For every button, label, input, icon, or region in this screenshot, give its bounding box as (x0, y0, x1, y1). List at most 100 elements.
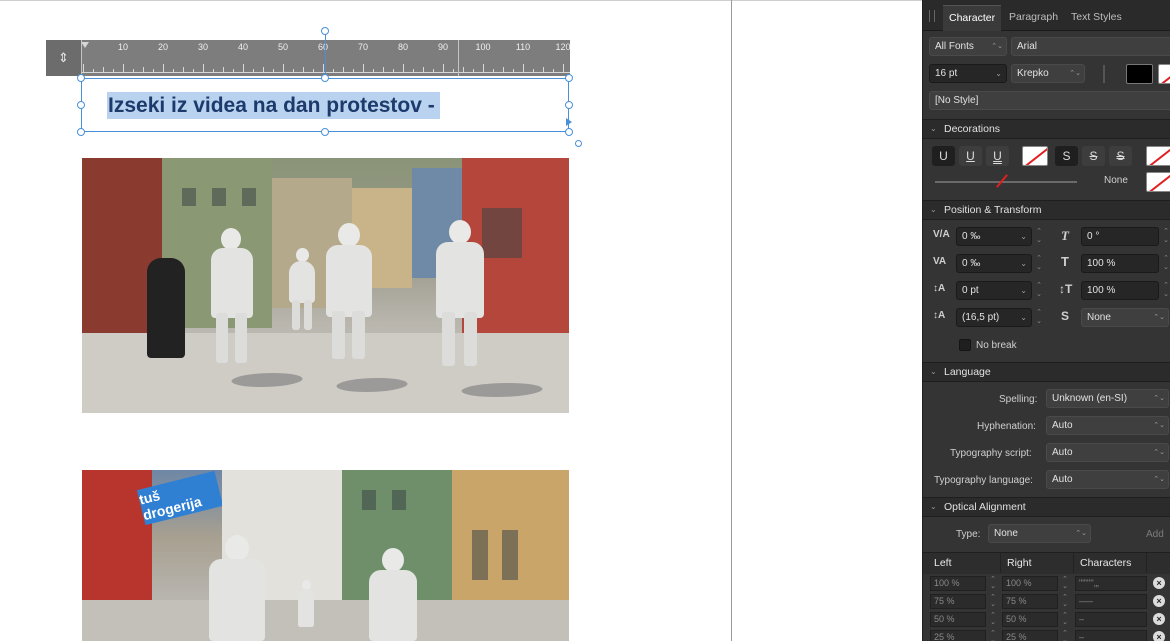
superscript-select[interactable]: None ⌃⌄ (1081, 308, 1169, 327)
font-weight-select[interactable]: Krepko ⌃⌄ (1011, 64, 1085, 83)
text-stroke-color-swatch[interactable] (1158, 64, 1170, 84)
strike-color-swatch[interactable] (1146, 146, 1170, 166)
tab-text-styles[interactable]: Text Styles (1065, 5, 1128, 31)
selected-text[interactable]: Izseki iz videa na dan protestov - (107, 92, 440, 119)
ruler-tick (103, 67, 104, 73)
baseline-stepper-icon[interactable]: ⌃ ⌄ (1034, 281, 1044, 300)
document-canvas[interactable]: ⇕ 10 20 30 40 50 60 70 80 90 100 110 120 Izseki iz … (0, 0, 922, 641)
stepper-icon[interactable]: ⌃ ⌄ (1060, 594, 1070, 609)
stepper-icon[interactable]: ⌃ ⌄ (1060, 612, 1070, 627)
optical-left-cell[interactable]: 75 % (930, 594, 986, 609)
ruler-tick (243, 64, 244, 73)
optical-alignment-section-header[interactable]: ⌄ Optical Alignment (923, 497, 1170, 517)
optical-characters-cell[interactable]: – (1075, 630, 1147, 641)
ruler-tick (203, 64, 204, 73)
typography-language-select[interactable]: Auto ⌃⌄ (1046, 470, 1169, 489)
optical-right-cell[interactable]: 50 % (1002, 612, 1058, 627)
resize-handle-left[interactable] (77, 101, 85, 109)
tab-paragraph[interactable]: Paragraph (1003, 5, 1064, 31)
resize-handle-bottom-right[interactable] (565, 128, 573, 136)
kerning-icon: VA (933, 256, 947, 267)
optical-add-button[interactable]: Add (1146, 529, 1164, 540)
rotation-handle[interactable] (321, 27, 329, 35)
text-frame-ruler[interactable]: ⇕ 10 20 30 40 50 60 70 80 90 100 110 120 (46, 40, 571, 76)
column-header-left[interactable]: Left (929, 553, 1001, 573)
no-break-checkbox[interactable] (959, 339, 971, 351)
protest-photo-1[interactable] (82, 158, 569, 413)
stepper-icon[interactable]: ⌃ ⌄ (988, 630, 998, 641)
optical-left-cell[interactable]: 25 % (930, 630, 986, 641)
resize-handle-right[interactable] (565, 101, 573, 109)
strikethrough-button[interactable]: S (1082, 146, 1105, 166)
horizontal-scale-stepper-icon[interactable]: ⌃ ⌄ (1161, 254, 1170, 273)
optical-characters-cell[interactable]: –— (1075, 594, 1147, 609)
panel-grip-icon[interactable] (929, 10, 935, 22)
vertical-scale-field[interactable]: 100 % (1081, 281, 1159, 300)
optical-characters-cell[interactable]: – (1075, 612, 1147, 627)
stepper-icon[interactable]: ⌃ ⌄ (1060, 576, 1070, 591)
updown-icon: ⌃⌄ (1153, 314, 1165, 321)
character-style-select[interactable]: [No Style] (929, 91, 1170, 110)
typography-script-select[interactable]: Auto ⌃⌄ (1046, 443, 1169, 462)
underline-color-swatch[interactable] (1022, 146, 1048, 166)
vertical-scale-stepper-icon[interactable]: ⌃ ⌄ (1161, 281, 1170, 300)
tracking-field[interactable]: 0 ‰ ⌄ (956, 227, 1032, 246)
hyphenation-select[interactable]: Auto ⌃⌄ (1046, 416, 1169, 435)
font-size-field[interactable]: 16 pt ⌄ (929, 64, 1007, 83)
column-header-characters[interactable]: Characters (1075, 553, 1147, 573)
stepper-icon[interactable]: ⌃ ⌄ (988, 612, 998, 627)
column-header-right[interactable]: Right (1002, 553, 1074, 573)
optical-characters-cell[interactable]: """'''‚„ (1075, 576, 1147, 591)
ruler-tab-stop[interactable] (458, 40, 459, 76)
optical-type-select[interactable]: None ⌃⌄ (988, 524, 1091, 543)
underline-double-button[interactable]: U (986, 146, 1009, 166)
delete-row-icon[interactable]: × (1153, 613, 1165, 625)
shear-field[interactable]: 0 ° (1081, 227, 1159, 246)
spelling-select[interactable]: Unknown (en-SI) ⌃⌄ (1046, 389, 1169, 408)
decorations-section-header[interactable]: ⌄ Decorations (923, 119, 1170, 139)
underline-button[interactable]: U (959, 146, 982, 166)
optical-left-cell[interactable]: 50 % (930, 612, 986, 627)
strike-none-button[interactable]: S (1055, 146, 1078, 166)
decoration-weight-slider[interactable] (935, 181, 1077, 183)
resize-handle-bottom[interactable] (321, 128, 329, 136)
horizontal-scale-field[interactable]: 100 % (1081, 254, 1159, 273)
resize-handle-top-right[interactable] (565, 74, 573, 82)
text-flow-arrow-icon[interactable] (566, 118, 572, 126)
position-transform-section-header[interactable]: ⌄ Position & Transform (923, 200, 1170, 220)
stepper-icon[interactable]: ⌃ ⌄ (1060, 630, 1070, 641)
ruler-drag-handle-icon[interactable]: ⇕ (46, 40, 81, 76)
text-frame-link-handle[interactable] (575, 140, 582, 147)
ruler-left-margin[interactable] (81, 40, 82, 76)
delete-row-icon[interactable]: × (1153, 595, 1165, 607)
underline-single-button[interactable]: U (932, 146, 955, 166)
optical-right-cell[interactable]: 100 % (1002, 576, 1058, 591)
first-line-indent-marker-icon[interactable] (81, 42, 89, 48)
stepper-icon[interactable]: ⌃ ⌄ (988, 594, 998, 609)
person-white-suit (287, 248, 317, 333)
font-family-select[interactable]: Arial (1011, 37, 1170, 56)
stepper-icon[interactable]: ⌃ ⌄ (988, 576, 998, 591)
delete-row-icon[interactable]: × (1153, 577, 1165, 589)
text-fill-color-swatch[interactable] (1126, 64, 1153, 84)
font-collection-select[interactable]: All Fonts ⌃⌄ (929, 37, 1007, 56)
optical-left-cell[interactable]: 100 % (930, 576, 986, 591)
leading-stepper-icon[interactable]: ⌃ ⌄ (1034, 308, 1044, 327)
resize-handle-top-left[interactable] (77, 74, 85, 82)
tracking-stepper-icon[interactable]: ⌃ ⌄ (1034, 227, 1044, 246)
shear-stepper-icon[interactable]: ⌃ ⌄ (1161, 227, 1170, 246)
strikethrough-double-button[interactable]: S (1109, 146, 1132, 166)
baseline-field[interactable]: 0 pt ⌄ (956, 281, 1032, 300)
delete-row-icon[interactable]: × (1153, 631, 1165, 641)
resize-handle-top[interactable] (321, 74, 329, 82)
tab-character[interactable]: Character (943, 5, 1002, 31)
kerning-field[interactable]: 0 ‰ ⌄ (956, 254, 1032, 273)
resize-handle-bottom-left[interactable] (77, 128, 85, 136)
optical-right-cell[interactable]: 25 % (1002, 630, 1058, 641)
language-section-header[interactable]: ⌄ Language (923, 362, 1170, 382)
decoration-line-color-swatch[interactable] (1146, 172, 1170, 192)
kerning-stepper-icon[interactable]: ⌃ ⌄ (1034, 254, 1044, 273)
leading-field[interactable]: (16,5 pt) ⌄ (956, 308, 1032, 327)
optical-right-cell[interactable]: 75 % (1002, 594, 1058, 609)
protest-photo-2[interactable]: tuš drogerija (82, 470, 569, 641)
